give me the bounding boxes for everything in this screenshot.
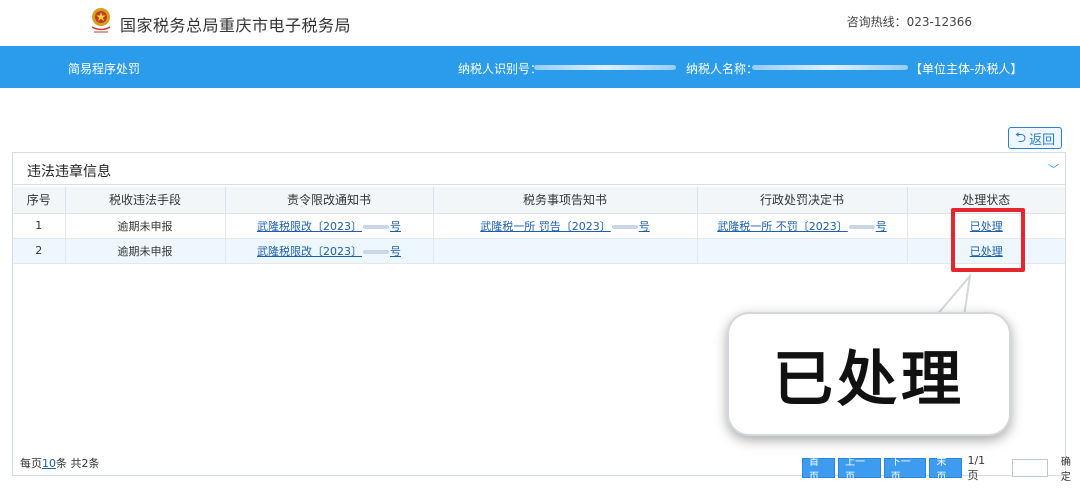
decision-link[interactable]: 武隆税一所 不罚〔2023〕号 [717, 220, 887, 233]
header: 国家税务总局重庆市电子税务局 咨询热线：023-12366 [0, 0, 1080, 46]
pagination-summary: 每页10条 共2条 [20, 457, 100, 470]
table-row: 2 逾期未申报 武隆税限改〔2023〕号 已处理 [13, 238, 1065, 264]
callout-tail [934, 274, 972, 316]
violation-table: 序号 税收违法手段 责令限改通知书 税务事项告知书 行政处罚决定书 处理状态 1… [13, 187, 1065, 264]
matter-notice-cell: 武隆税一所 罚告〔2023〕号 [433, 213, 698, 239]
row-index: 2 [13, 238, 66, 264]
order-notice-cell: 武隆税限改〔2023〕号 [225, 238, 434, 264]
taxpayer-role: 【单位主体-办税人】 [910, 62, 1023, 76]
taxpayer-name-redacted [752, 65, 908, 70]
back-button-label: 返回 [1029, 132, 1056, 148]
col-header-means: 税收违法手段 [65, 187, 226, 214]
next-page-button[interactable]: 下一页 [883, 457, 927, 483]
row-means: 逾期未申报 [65, 238, 226, 264]
panel-header: 违法违章信息 ﹀ [13, 153, 1065, 185]
callout-bubble: 已处理 [727, 312, 1011, 436]
last-page-button[interactable]: 末页 [929, 457, 963, 483]
pager: 首页 上一页 下一页 末页 1/1页 确定 [802, 453, 1080, 483]
order-notice-link[interactable]: 武隆税限改〔2023〕号 [257, 220, 401, 233]
taxpayer-id-redacted [534, 65, 676, 70]
first-page-button[interactable]: 首页 [802, 457, 836, 483]
tax-emblem-icon [91, 8, 111, 33]
col-header-order-notice: 责令限改通知书 [225, 187, 434, 214]
back-button[interactable]: ⮌ 返回 [1008, 127, 1062, 149]
row-index: 1 [13, 213, 66, 239]
table-header-row: 序号 税收违法手段 责令限改通知书 税务事项告知书 行政处罚决定书 处理状态 [13, 187, 1065, 214]
taxpayer-name-label: 纳税人名称： [686, 62, 759, 76]
matter-notice-cell [433, 238, 698, 264]
panel-title: 违法违章信息 [27, 164, 111, 180]
col-header-matter-notice: 税务事项告知书 [433, 187, 698, 214]
taxpayer-id-label: 纳税人识别号： [458, 62, 543, 76]
page-jump-confirm[interactable]: 确定 [1061, 453, 1080, 483]
per-page-select[interactable]: 10 [42, 457, 56, 470]
chevron-down-icon[interactable]: ﹀ [1048, 161, 1059, 177]
callout-text: 已处理 [773, 344, 965, 415]
nav-page-title[interactable]: 简易程序处罚 [68, 60, 140, 77]
site-title: 国家税务总局重庆市电子税务局 [120, 16, 352, 35]
decision-cell: 武隆税一所 不罚〔2023〕号 [697, 213, 908, 239]
return-arrow-icon: ⮌ [1014, 130, 1027, 146]
page-info: 1/1页 [967, 453, 986, 482]
nav-bar: 简易程序处罚 纳税人识别号： 纳税人名称： 【单位主体-办税人】 [0, 46, 1080, 88]
matter-notice-link[interactable]: 武隆税一所 罚告〔2023〕号 [480, 220, 650, 233]
prev-page-button[interactable]: 上一页 [838, 457, 881, 483]
col-header-decision: 行政处罚决定书 [697, 187, 908, 214]
order-notice-cell: 武隆税限改〔2023〕号 [225, 213, 434, 239]
table-row: 1 逾期未申报 武隆税限改〔2023〕号 武隆税一所 罚告〔2023〕号 武隆税… [13, 213, 1065, 239]
decision-cell [697, 238, 908, 264]
row-means: 逾期未申报 [65, 213, 226, 239]
order-notice-link[interactable]: 武隆税限改〔2023〕号 [257, 245, 401, 258]
col-header-index: 序号 [13, 187, 66, 214]
status-highlight-box [951, 208, 1025, 272]
page-jump-input[interactable] [1011, 459, 1048, 477]
hotline: 咨询热线：023-12366 [846, 15, 972, 29]
